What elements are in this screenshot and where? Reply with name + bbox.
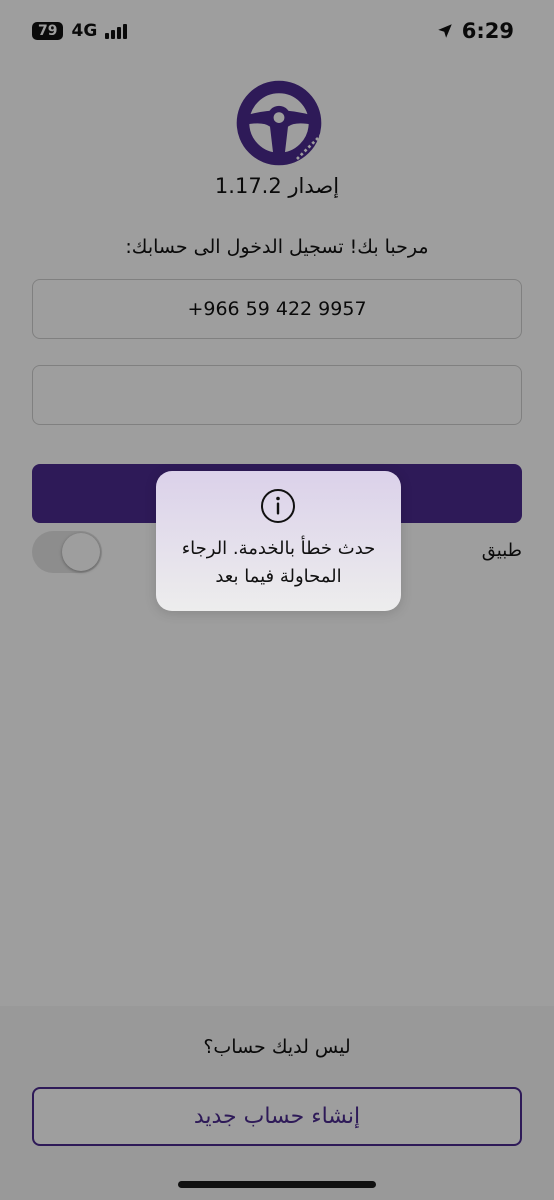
info-circle-icon bbox=[261, 489, 295, 523]
alert-message: حدث خطأ بالخدمة. الرجاء المحاولة فيما بع… bbox=[181, 538, 376, 587]
error-alert: حدث خطأ بالخدمة. الرجاء المحاولة فيما بع… bbox=[156, 471, 401, 611]
home-indicator[interactable] bbox=[178, 1181, 376, 1188]
login-screen: 79 4G 6:29 إصدار 1.17.2 مرحبا بك! تسجيل … bbox=[0, 0, 554, 1200]
